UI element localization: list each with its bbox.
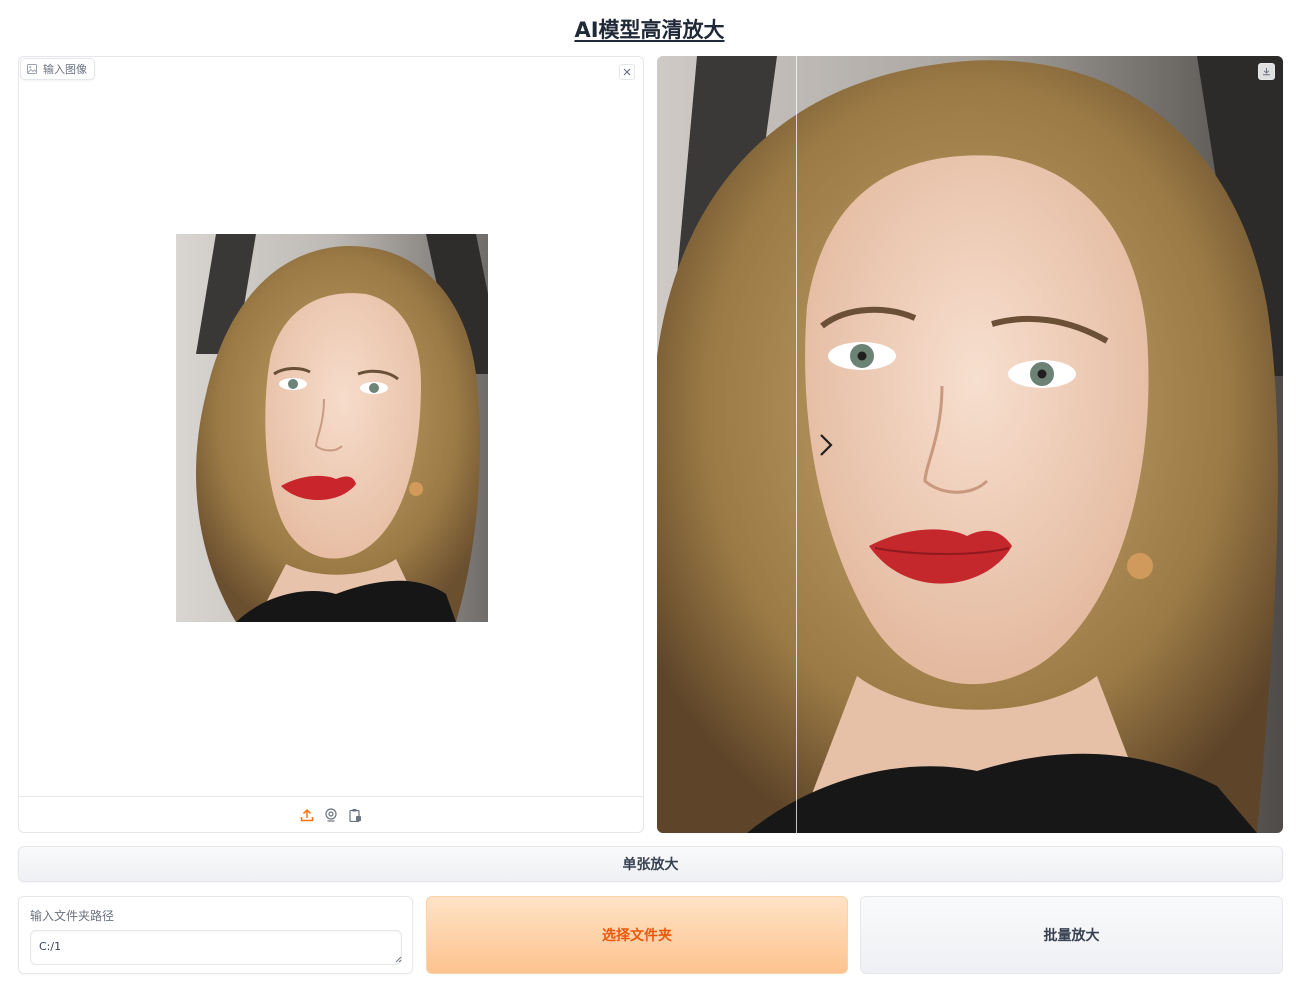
output-image-panel[interactable] <box>657 56 1283 833</box>
webcam-button[interactable] <box>323 807 339 823</box>
folder-path-label: 输入文件夹路径 <box>30 909 115 923</box>
input-photo <box>176 234 488 622</box>
output-photo <box>657 56 1283 833</box>
select-folder-button[interactable]: 选择文件夹 <box>426 896 848 974</box>
clear-image-button[interactable] <box>619 64 635 80</box>
clipboard-icon <box>349 808 361 822</box>
folder-path-input[interactable]: C:/1 <box>30 930 402 965</box>
webcam-icon <box>325 807 337 822</box>
page-title-text: AI模型高清放大 <box>574 18 725 42</box>
upload-button[interactable] <box>299 807 315 823</box>
clipboard-button[interactable] <box>347 807 363 823</box>
chevron-right-icon <box>820 434 833 456</box>
page-title: AI模型高清放大 <box>0 14 1299 44</box>
batch-upscale-button[interactable]: 批量放大 <box>860 896 1283 974</box>
comparison-slider-line[interactable] <box>796 56 797 833</box>
upload-icon <box>300 808 314 821</box>
input-image-label-text: 输入图像 <box>43 63 87 76</box>
download-button[interactable] <box>1258 63 1275 80</box>
close-icon <box>623 68 631 76</box>
input-source-toolbar <box>19 796 643 832</box>
resize-grip-icon[interactable] <box>395 956 402 963</box>
folder-path-block: 输入文件夹路径 C:/1 <box>18 896 413 974</box>
input-image-label: 输入图像 <box>20 58 95 80</box>
comparison-slider-handle[interactable] <box>814 430 838 460</box>
download-icon <box>1263 68 1270 76</box>
single-upscale-button[interactable]: 单张放大 <box>18 846 1283 882</box>
image-icon <box>27 64 37 74</box>
input-image-panel[interactable]: 输入图像 <box>18 56 644 833</box>
